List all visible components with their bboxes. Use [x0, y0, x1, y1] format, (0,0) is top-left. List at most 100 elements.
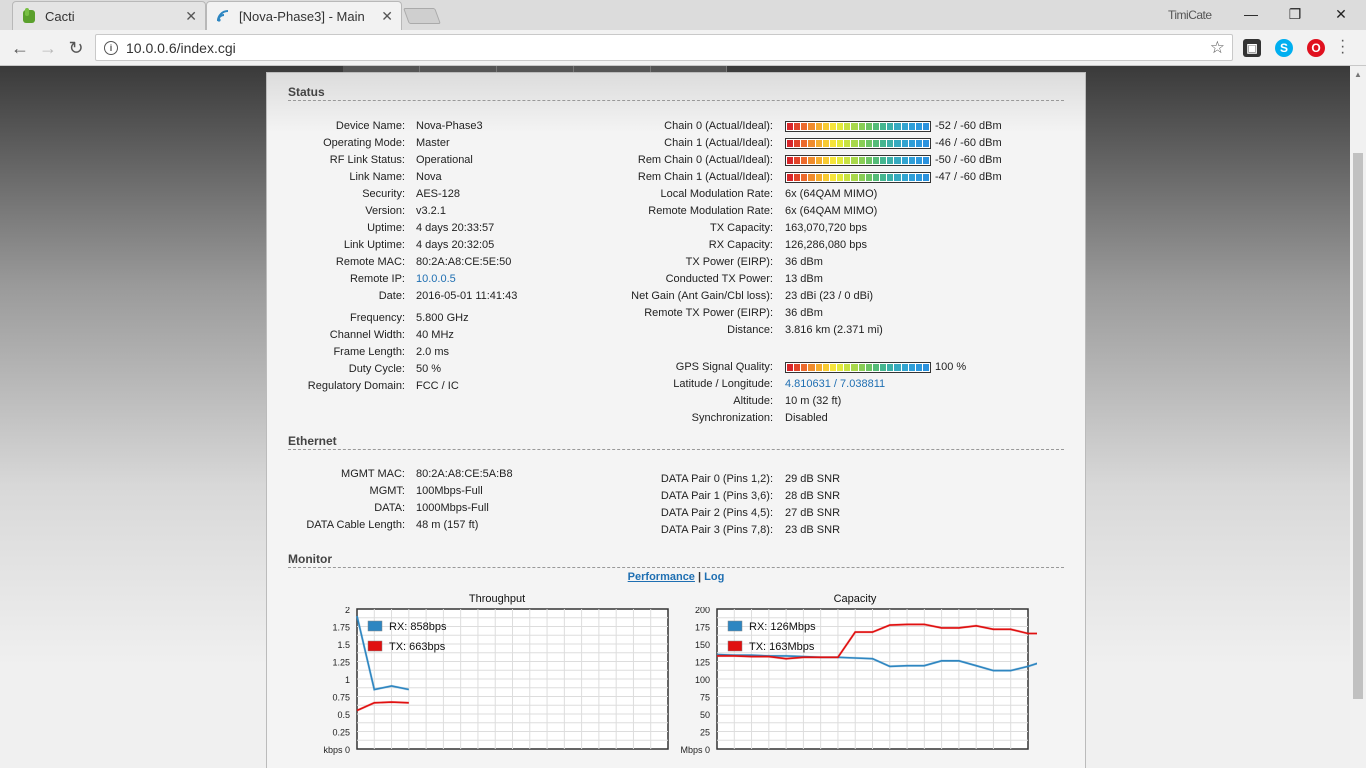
meter-segment [808, 364, 815, 371]
meter-segment [844, 123, 851, 130]
meter-segment [808, 123, 815, 130]
meter-segment [858, 174, 865, 181]
field-label: Conducted TX Power: [665, 273, 773, 285]
bookmark-star-icon[interactable]: ☆ [1210, 38, 1225, 58]
meter-segment [865, 123, 872, 130]
page-scrollbar[interactable]: ▲ [1350, 66, 1366, 768]
meter-segment [908, 157, 915, 164]
field-value: 4 days 20:32:05 [416, 239, 495, 251]
field-label: Frequency: [349, 312, 405, 324]
scrollbar-thumb[interactable] [1353, 153, 1363, 699]
extension-icon[interactable]: ▣ [1243, 39, 1261, 57]
field-value: 6x (64QAM MIMO) [785, 205, 878, 217]
browser-menu-icon[interactable]: · · · [1340, 33, 1345, 61]
minimize-icon[interactable]: — [1228, 0, 1274, 28]
field-value: Master [416, 137, 450, 149]
field-value: 1000Mbps-Full [416, 502, 489, 514]
meter-segment [894, 174, 901, 181]
window-close-icon[interactable]: ✕ [1318, 0, 1364, 28]
link-separator: | [698, 571, 702, 583]
meter-segment [787, 123, 794, 130]
y-tick-label: 0.25 [332, 728, 350, 738]
meter-segment [815, 174, 822, 181]
tab-close-icon[interactable]: ✕ [185, 8, 197, 25]
meter-segment [865, 157, 872, 164]
y-tick-label: 1 [345, 675, 350, 685]
meter-segment [880, 123, 887, 130]
field-label: Regulatory Domain: [307, 380, 405, 392]
meter-segment [894, 140, 901, 147]
signal-meter [785, 155, 931, 166]
tab-nova-main[interactable]: [Nova-Phase3] - Main ✕ [206, 1, 402, 30]
field-value: 100Mbps-Full [416, 485, 483, 497]
meter-segment [880, 140, 887, 147]
tab-title: [Nova-Phase3] - Main [239, 8, 365, 24]
meter-segment [844, 140, 851, 147]
monitor-section-title: Monitor [288, 552, 1064, 568]
y-tick-label: 125 [695, 658, 710, 668]
meter-segment [915, 364, 922, 371]
field-value[interactable]: 4.810631 / 7.038811 [785, 378, 885, 390]
y-tick-label: 1.25 [332, 658, 350, 668]
field-value: 50 % [416, 363, 442, 375]
field-label: RX Capacity: [708, 239, 773, 251]
legend-label: TX: 663bps [389, 641, 446, 653]
forward-arrow-icon[interactable]: → [36, 36, 60, 60]
y-tick-label: 0.75 [332, 693, 350, 703]
back-arrow-icon[interactable]: ← [8, 36, 32, 60]
restore-icon[interactable]: ❐ [1272, 0, 1318, 28]
opera-icon[interactable]: O [1307, 39, 1325, 57]
meter-segment [787, 364, 794, 371]
field-label: Frame Length: [333, 346, 405, 358]
signal-meter [785, 121, 931, 132]
info-icon[interactable]: i [104, 40, 118, 55]
field-value[interactable]: 10.0.0.5 [416, 273, 456, 285]
field-value: 4 days 20:33:57 [416, 222, 495, 234]
meter-segment [822, 140, 829, 147]
field-label: Link Name: [349, 171, 405, 183]
skype-icon[interactable]: S [1275, 39, 1293, 57]
meter-segment [901, 157, 908, 164]
reload-icon[interactable]: ↻ [64, 36, 88, 60]
signal-meter [785, 172, 931, 183]
tab-close-icon[interactable]: ✕ [381, 8, 393, 25]
field-label: Link Uptime: [343, 239, 405, 251]
field-label: Device Name: [335, 120, 405, 132]
throughput-chart-title: Throughput [468, 593, 526, 605]
meter-segment [901, 174, 908, 181]
field-value: 163,070,720 bps [785, 222, 867, 234]
meter-segment [908, 140, 915, 147]
meter-segment [794, 174, 801, 181]
tab-cacti[interactable]: Cacti ✕ [12, 1, 206, 30]
field-label: Uptime: [367, 222, 405, 234]
field-value: -47 / -60 dBm [935, 171, 1002, 183]
new-tab-button[interactable] [403, 8, 441, 24]
legend-swatch [367, 620, 383, 632]
field-label: Distance: [727, 324, 773, 336]
scroll-up-arrow-icon[interactable]: ▲ [1354, 70, 1362, 79]
performance-link[interactable]: Performance [628, 571, 695, 583]
profile-name[interactable]: TimiCate [1168, 8, 1212, 22]
meter-segment [801, 157, 808, 164]
field-label: DATA Pair 3 (Pins 7,8): [660, 524, 773, 536]
meter-segment [887, 364, 894, 371]
y-tick-label: 200 [695, 607, 710, 615]
meter-segment [787, 157, 794, 164]
meter-segment [829, 140, 837, 147]
field-label: Security: [362, 188, 405, 200]
address-bar[interactable]: i 10.0.0.6/index.cgi ☆ [95, 34, 1233, 61]
meter-segment [794, 364, 801, 371]
legend-swatch [727, 620, 743, 632]
field-label: DATA Pair 1 (Pins 3,6): [660, 490, 773, 502]
legend-label: RX: 858bps [389, 621, 447, 633]
field-value: 6x (64QAM MIMO) [785, 188, 878, 200]
meter-segment [837, 157, 844, 164]
url-text[interactable]: 10.0.0.6/index.cgi [126, 40, 1210, 56]
legend-swatch [727, 640, 743, 652]
field-value: Nova-Phase3 [416, 120, 483, 132]
field-value: 36 dBm [785, 256, 823, 268]
meter-segment [844, 364, 851, 371]
log-link[interactable]: Log [704, 571, 724, 583]
field-label: Rem Chain 1 (Actual/Ideal): [637, 171, 773, 183]
meter-segment [872, 140, 880, 147]
